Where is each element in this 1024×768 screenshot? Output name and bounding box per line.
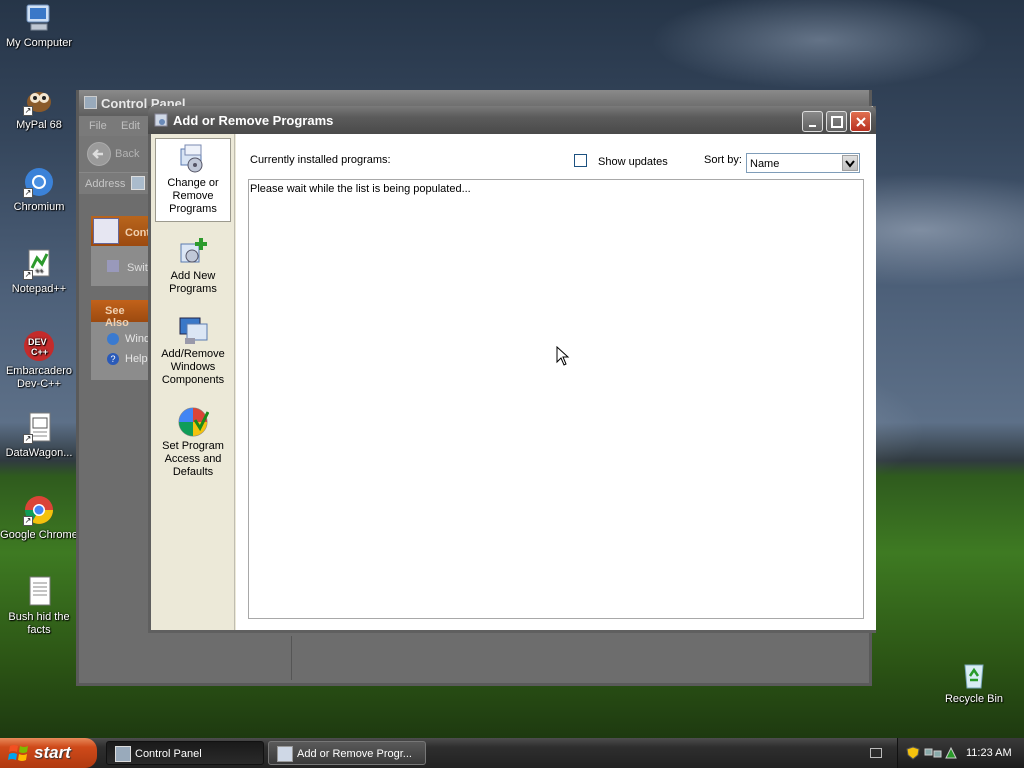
start-button[interactable]: start [0,738,97,768]
sort-by-select[interactable]: Name [746,153,860,173]
desktop-icon-mypal[interactable]: ↗ MyPal 68 [0,84,78,132]
safely-remove-icon[interactable] [944,746,958,760]
taskbar-clock: 11:23 AM [966,747,1012,759]
shortcut-arrow-icon: ↗ [23,516,33,526]
add-remove-programs-window[interactable]: Add or Remove Programs Change or Remove … [148,106,876,633]
address-label: Address [85,178,126,190]
chevron-down-icon[interactable] [842,155,858,171]
sort-by-label: Sort by: [704,154,742,166]
mypal-icon: ↗ [23,84,55,116]
desktop-icon-label: My Computer [5,37,73,49]
shortcut-arrow-icon: ↗ [23,434,33,444]
change-remove-programs-icon [177,143,209,175]
desktop-icon-label: Chromium [13,201,65,213]
taskbar-button-add-remove[interactable]: Add or Remove Progr... [268,741,426,765]
desktop-icon-label: Embarcadero Dev-C++ [5,365,73,390]
maximize-button[interactable] [826,111,847,132]
taskbar-button-control-panel[interactable]: Control Panel [106,741,264,765]
network-icon[interactable] [924,746,942,760]
system-tray: 11:23 AM [897,738,1024,768]
svg-text:DEV: DEV [28,337,47,347]
document-icon: ↗ [23,412,55,444]
menu-file[interactable]: File [89,120,107,132]
back-arrow-icon[interactable] [87,142,111,166]
sidebar-item-change-remove[interactable]: Change or Remove Programs [155,138,231,222]
start-label: start [34,743,71,762]
desktop-icon-notepadpp[interactable]: ++ ↗ Notepad++ [0,248,78,296]
recycle-bin-icon [958,658,990,690]
svg-text:++: ++ [35,268,43,275]
sidebar-item-program-access[interactable]: Set Program Access and Defaults [155,402,231,482]
add-remove-title: Add or Remove Programs [173,113,334,128]
desktop-icon-label: Bush hid the facts [8,611,70,636]
show-updates-checkbox[interactable] [574,154,587,167]
mouse-cursor-icon [556,346,570,366]
desktop-icon-devcpp[interactable]: DEV C++ Embarcadero Dev-C++ [0,330,78,391]
address-folder-icon [131,176,145,190]
see-also-link-windows[interactable]: Wind [125,333,150,345]
sidebar-item-add-new[interactable]: Add New Programs [155,232,231,298]
show-updates-label[interactable]: Show updates [598,156,668,168]
desktop-icon-label: Google Chrome [0,529,78,541]
chromium-icon: ↗ [23,166,55,198]
windows-components-icon [177,314,209,346]
desktop-icon-label: MyPal 68 [16,119,62,131]
security-shield-icon[interactable] [906,746,920,760]
list-status-message: Please wait while the list is being popu… [250,183,471,195]
close-button[interactable] [850,111,871,132]
menu-edit[interactable]: Edit [121,120,140,132]
desktop-icon-label: Notepad++ [11,283,67,295]
add-remove-sidebar: Change or Remove Programs Add New Progra… [151,134,235,630]
desktop-icon-bush-hid-the-facts[interactable]: Bush hid the facts [0,576,78,637]
desktop-icon-label: DataWagon... [5,447,73,459]
windows-update-icon [107,333,119,345]
devcpp-icon: DEV C++ [23,330,55,362]
control-panel-icon [84,96,97,109]
desktop-icon-recycle-bin[interactable]: Recycle Bin [935,658,1013,706]
keyboard-icon[interactable] [870,748,882,758]
switch-view-link[interactable]: Swit [127,262,148,274]
desktop-icon-chromium[interactable]: ↗ Chromium [0,166,78,214]
shortcut-arrow-icon: ↗ [23,106,33,116]
sidebar-item-windows-components[interactable]: Add/Remove Windows Components [155,310,231,392]
svg-text:C++: C++ [31,347,48,357]
chrome-icon: ↗ [23,494,55,526]
add-new-programs-icon [177,236,209,268]
desktop-icon-google-chrome[interactable]: ↗ Google Chrome [0,494,78,542]
desktop-icon-label: Recycle Bin [944,693,1004,705]
control-panel-taskbar-icon [115,746,131,762]
add-remove-title-icon [154,113,168,127]
sidebar-label: Add New Programs [169,270,217,295]
text-file-icon [23,576,55,608]
help-icon: ? [107,353,119,365]
sidebar-label: Add/Remove Windows Components [161,348,225,386]
sort-by-value: Name [750,158,780,170]
see-also-header: See Also [91,300,151,329]
sidebar-label: Change or Remove Programs [167,177,219,215]
windows-logo-icon [8,745,28,761]
add-remove-titlebar[interactable]: Add or Remove Programs [148,106,876,134]
sidebar-label: Set Program Access and Defaults [162,440,224,478]
shortcut-arrow-icon: ↗ [23,270,33,280]
minimize-button[interactable] [802,111,823,132]
control-panel-task-header: Cont [91,216,151,246]
control-panel-divider [291,636,292,680]
notepadpp-icon: ++ ↗ [23,248,55,280]
see-also-link-help[interactable]: Help [125,353,148,365]
my-computer-icon [23,2,55,34]
back-button-label[interactable]: Back [115,148,139,160]
desktop-icon-my-computer[interactable]: My Computer [0,2,78,50]
desktop-icon-datawagon[interactable]: ↗ DataWagon... [0,412,78,460]
control-panel-check-icon [93,218,119,244]
add-remove-main-panel: Currently installed programs: Show updat… [236,134,876,630]
shortcut-arrow-icon: ↗ [23,188,33,198]
installed-programs-label: Currently installed programs: [250,154,391,166]
installed-programs-list[interactable]: Please wait while the list is being popu… [248,179,864,619]
taskbar: start Control Panel Add or Remove Progr.… [0,738,1024,768]
switch-view-icon [107,260,119,272]
add-remove-taskbar-icon [277,746,293,762]
program-access-defaults-icon [177,406,210,438]
